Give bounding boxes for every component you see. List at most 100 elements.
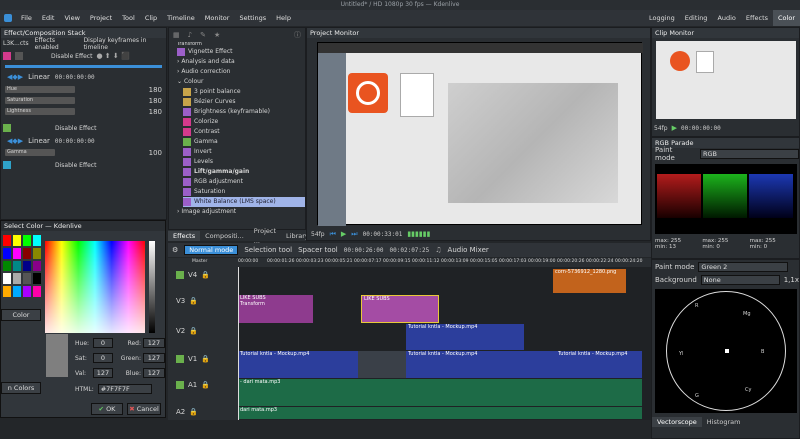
clip-tutorial-v2[interactable]: Tutorial kntla - Mockup.mp4	[406, 324, 524, 350]
clip-like-subs-1[interactable]: LIKE SUBS Transform	[238, 295, 313, 323]
color-spectrum-picker[interactable]	[45, 241, 145, 333]
workspace-color[interactable]: Color	[773, 10, 800, 26]
html-input[interactable]: #7F7F7F	[97, 384, 152, 394]
lock-icon[interactable]: 🔒	[189, 327, 198, 335]
interp-select[interactable]: Linear	[28, 73, 50, 81]
sat-spin[interactable]: 0	[93, 353, 113, 363]
mixer-icon[interactable]: ♫	[435, 246, 441, 254]
clip-monitor-video[interactable]	[656, 41, 796, 119]
effect-white-balance[interactable]: White Balance (LMS space)	[194, 197, 276, 207]
effect-brightness[interactable]: Brightness (keyframable)	[194, 107, 270, 117]
blue-spin[interactable]: 127	[143, 368, 165, 378]
edit-mode-select[interactable]: Normal mode	[184, 245, 239, 255]
play-icon[interactable]: ▶	[341, 230, 346, 238]
effect-rgb-adjust[interactable]: RGB adjustment	[194, 177, 243, 187]
disable-effect-3[interactable]: Disable Effect	[55, 162, 96, 169]
disable-effect-2[interactable]: Disable Effect	[55, 125, 96, 132]
tab-vectorscope[interactable]: Vectorscope	[652, 417, 702, 427]
next-frame-icon[interactable]: ⏭	[351, 230, 357, 239]
background-select[interactable]: None	[700, 274, 780, 285]
effect-lift-gamma-gain[interactable]: Lift/gamma/gain	[194, 167, 249, 177]
workspace-logging[interactable]: Logging	[644, 10, 680, 26]
lock-icon[interactable]: 🔒	[189, 297, 198, 305]
vs-paint-mode-select[interactable]: Green 2	[698, 261, 789, 272]
hue-value[interactable]: 180	[149, 86, 162, 94]
clip-audio-a1[interactable]: - dari mata.mp3	[238, 379, 642, 406]
effects-enabled-checkbox[interactable]: Effects enabled	[35, 37, 78, 51]
effect-bezier[interactable]: Bézier Curves	[194, 97, 236, 107]
effect-saturation[interactable]: Saturation	[194, 187, 225, 197]
timeline-position[interactable]: 00:00:26:00	[344, 247, 384, 254]
green-spin[interactable]: 127	[143, 353, 165, 363]
keyframe-nav2-icon[interactable]: ◀◆▶	[7, 137, 23, 145]
category-colour[interactable]: ⌄ Colour	[177, 77, 305, 87]
menu-edit[interactable]: Edit	[37, 10, 60, 26]
prev-frame-icon[interactable]: ⏮	[330, 230, 336, 239]
saturation-slider[interactable]: Saturation	[5, 97, 75, 104]
menu-file[interactable]: File	[16, 10, 37, 26]
audio-mixer-button[interactable]: Audio Mixer	[448, 246, 489, 254]
effect-invert[interactable]: Invert	[194, 147, 212, 157]
clip-tutorial-v1a[interactable]: Tutorial kntla - Mockup.mp4	[238, 351, 358, 378]
red-spin[interactable]: 127	[143, 338, 165, 348]
pick-screen-color-button[interactable]: Color	[1, 309, 41, 321]
lock-icon[interactable]: 🔒	[201, 355, 210, 363]
clip-corn-image[interactable]: corn-5736912_1280.png	[553, 269, 626, 293]
hue-slider[interactable]: Hue	[5, 86, 75, 93]
timeline-settings-icon[interactable]: ⚙	[172, 246, 178, 254]
clip-audio-a2[interactable]: dari mata.mp3	[238, 407, 642, 419]
workspace-audio[interactable]: Audio	[712, 10, 740, 26]
lightness-slider[interactable]: Lightness	[5, 108, 75, 115]
collapse-icon[interactable]	[15, 52, 23, 60]
effect-levels[interactable]: Levels	[194, 157, 213, 167]
category-analysis[interactable]: › Analysis and data	[177, 57, 305, 67]
tab-compositions[interactable]: Compositi...	[200, 231, 249, 241]
monitor-zoom[interactable]: 54fp	[311, 231, 325, 238]
info-icon[interactable]: ⓘ	[294, 30, 301, 40]
lock-icon[interactable]: 🔒	[201, 271, 210, 279]
clip-tutorial-v1b[interactable]: Tutorial kntla - Mockup.mp4	[406, 351, 556, 378]
playhead[interactable]	[238, 267, 239, 420]
workspace-editing[interactable]: Editing	[680, 10, 713, 26]
video-filter-icon[interactable]: ▦	[173, 31, 180, 39]
tab-effects[interactable]: Effects	[168, 230, 201, 241]
menu-help[interactable]: Help	[271, 10, 296, 26]
clip-like-subs-2[interactable]: LIKE SUBS	[361, 295, 439, 323]
category-audio[interactable]: › Audio correction	[177, 67, 305, 77]
lock-icon[interactable]: 🔒	[189, 408, 198, 416]
ok-button[interactable]: ✔ OK	[91, 403, 123, 415]
spacer-tool-button[interactable]: Spacer tool	[298, 246, 338, 254]
basic-colors-grid[interactable]	[3, 235, 41, 297]
project-timecode[interactable]: 00:00:33:01	[363, 231, 403, 238]
tab-histogram[interactable]: Histogram	[702, 417, 746, 427]
menu-clip[interactable]: Clip	[140, 10, 162, 26]
menu-tool[interactable]: Tool	[117, 10, 140, 26]
val-spin[interactable]: 127	[93, 368, 113, 378]
clip-tutorial-v1c[interactable]: Tutorial kntla - Mockup.mp4	[556, 351, 642, 378]
workspace-effects[interactable]: Effects	[741, 10, 773, 26]
effect-timecode[interactable]: 00:00:00:00	[55, 74, 95, 81]
effect-gamma[interactable]: Gamma	[194, 137, 218, 147]
saturation-value[interactable]: 180	[149, 97, 162, 105]
hue-spin[interactable]: 0	[93, 338, 113, 348]
menu-project[interactable]: Project	[85, 10, 117, 26]
gamma-value[interactable]: 100	[149, 149, 162, 157]
clip-zoom[interactable]: 54fp	[654, 125, 668, 132]
clip-timecode[interactable]: 00:00:00:00	[681, 125, 721, 132]
effect-timecode-2[interactable]: 00:00:00:00	[55, 138, 95, 145]
effect-3point[interactable]: 3 point balance	[194, 87, 241, 97]
add-custom-colors-button[interactable]: n Colors	[1, 382, 41, 394]
audio-filter-icon[interactable]: ♪	[188, 31, 192, 39]
paint-mode-select[interactable]: RGB	[700, 149, 799, 159]
gamma-slider[interactable]: Gamma	[5, 149, 55, 156]
custom-filter-icon[interactable]: ✎	[200, 31, 206, 39]
effect-actions-icon[interactable]: ● ⬆ ⬇ ⬛	[96, 52, 129, 60]
disable-effect-1[interactable]: Disable Effect	[51, 53, 92, 60]
selection-tool-button[interactable]: Selection tool	[244, 246, 292, 254]
value-slider[interactable]	[149, 241, 155, 333]
keyframe-nav-icon[interactable]: ◀◆▶	[7, 73, 23, 81]
lock-icon[interactable]: 🔒	[201, 381, 210, 389]
timeline-ruler[interactable]: Master 00:00:00 00:00:01:26 00:00:03:23 00:…	[168, 258, 651, 267]
cancel-button[interactable]: ✖ Cancel	[127, 403, 161, 415]
vignette-effect[interactable]: Vignette Effect	[188, 47, 233, 57]
